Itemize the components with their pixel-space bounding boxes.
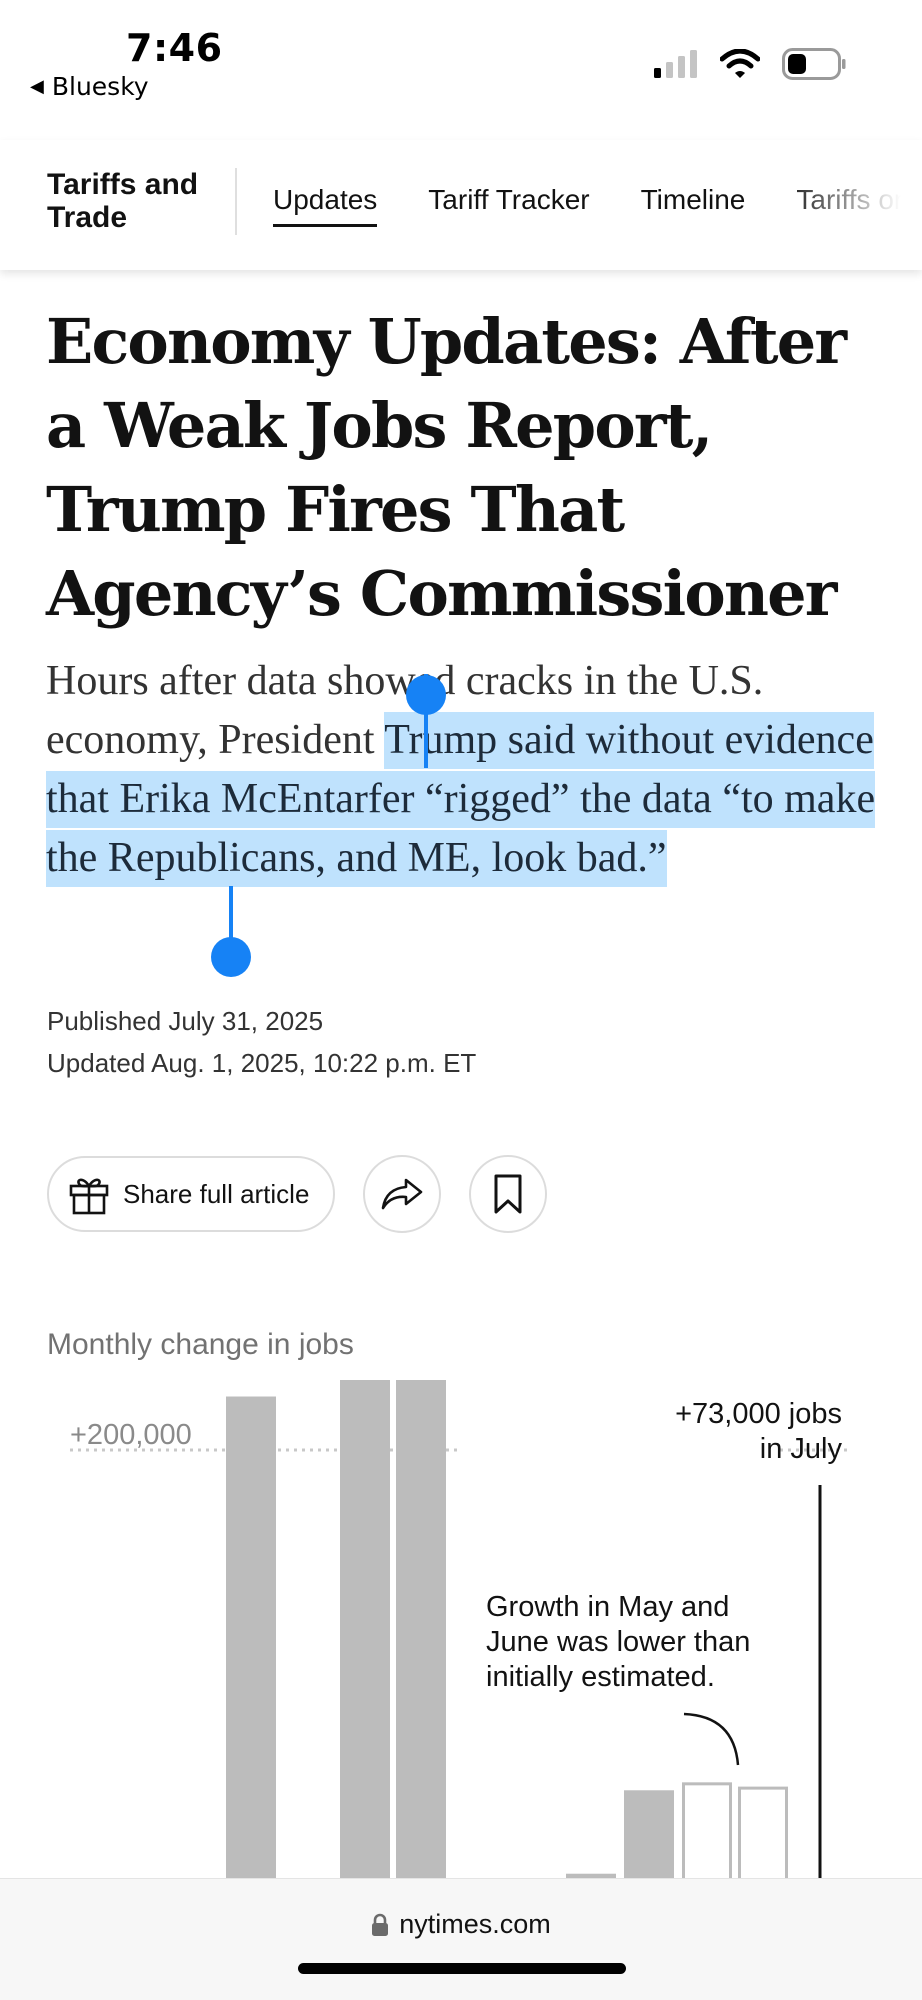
bar-2 — [396, 1380, 446, 1878]
tab-updates[interactable]: Updates — [273, 184, 378, 227]
published-date: Published July 31, 2025 — [47, 1006, 324, 1036]
article-summary[interactable]: Hours after data showed cracks in the U.… — [46, 652, 896, 888]
section-nav: Tariffs and Trade Updates Tariff Tracker… — [0, 140, 922, 270]
tab-tariff-tracker[interactable]: Tariff Tracker — [428, 184, 589, 227]
bar-5 — [682, 1782, 732, 1878]
article-headline: Economy Updates: After a Weak Jobs Repor… — [46, 305, 847, 630]
bar-4 — [624, 1790, 674, 1878]
selection-start-knob[interactable] — [406, 675, 446, 715]
tab-timeline[interactable]: Timeline — [641, 184, 746, 227]
chart-title: Monthly change in jobs — [47, 1328, 354, 1361]
article-dates: Published July 31, 2025 Updated Aug. 1, … — [47, 1000, 476, 1084]
share-toolbar: Share full article — [47, 1155, 548, 1233]
revision-annotation: Growth in May and June was lower than in… — [486, 1591, 751, 1693]
status-time: 7:46 — [126, 26, 223, 70]
battery-icon — [782, 48, 846, 80]
bar-1 — [340, 1380, 390, 1878]
tab-tariffs-on[interactable]: Tariffs on — [796, 184, 909, 227]
nav-tabs: Updates Tariff Tracker Timeline Tariffs … — [273, 184, 922, 227]
updated-date: Updated Aug. 1, 2025, 10:22 p.m. ET — [47, 1048, 477, 1078]
section-title[interactable]: Tariffs and Trade — [47, 168, 217, 234]
wifi-icon — [720, 49, 760, 78]
home-indicator[interactable] — [298, 1963, 626, 1974]
status-bar: 7:46 ◀ Bluesky — [0, 0, 922, 140]
bookmark-icon — [494, 1174, 522, 1214]
back-triangle-icon: ◀ — [30, 76, 44, 97]
status-icons — [654, 48, 846, 80]
gift-icon — [69, 1178, 109, 1215]
cellular-signal-icon — [654, 50, 697, 78]
bar-6 — [738, 1786, 788, 1878]
july-annotation: +73,000 jobs in July — [675, 1397, 842, 1467]
browser-url-bar[interactable]: nytimes.com — [0, 1878, 922, 2000]
annotation-pointer — [683, 1712, 740, 1766]
back-app-label: Bluesky — [51, 72, 149, 101]
back-to-app-button[interactable]: ◀ Bluesky — [30, 72, 149, 101]
bar-0 — [226, 1396, 276, 1878]
nav-divider — [235, 168, 237, 235]
share-full-article-button[interactable]: Share full article — [47, 1156, 336, 1232]
selection-end-knob[interactable] — [211, 937, 251, 977]
url-display[interactable]: nytimes.com — [0, 1909, 922, 1940]
share-button[interactable] — [363, 1155, 442, 1233]
lock-icon — [372, 1913, 389, 1936]
share-arrow-icon — [382, 1178, 423, 1210]
share-full-article-label: Share full article — [123, 1178, 310, 1209]
url-text: nytimes.com — [399, 1909, 551, 1939]
save-bookmark-button[interactable] — [469, 1155, 548, 1233]
july-annotation-line1: +73,000 jobs — [675, 1398, 842, 1430]
july-annotation-line2: in July — [759, 1433, 842, 1465]
y-tick-label: +200,000 — [70, 1419, 192, 1451]
